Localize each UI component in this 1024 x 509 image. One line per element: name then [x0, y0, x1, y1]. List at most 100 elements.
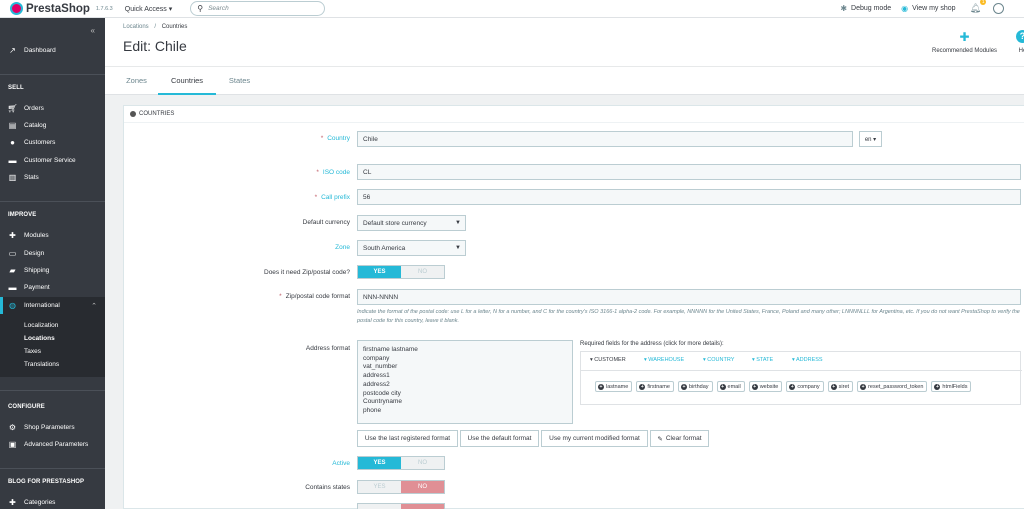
sidebar-item-catalog[interactable]: ▤ Catalog: [0, 117, 105, 134]
address-format-textarea[interactable]: firstname lastname company vat_number ad…: [357, 340, 573, 424]
default-currency-value: Default store currency: [363, 219, 427, 227]
sidebar-item-shipping[interactable]: ▰ Shipping: [0, 262, 105, 279]
use-current-modified-format-button[interactable]: Use my current modified format: [541, 430, 648, 447]
chip-reset-password-token[interactable]: + reset_password_token: [857, 381, 928, 392]
chip-siret[interactable]: + siret: [827, 381, 854, 392]
chip-birthday[interactable]: + birthday: [677, 381, 713, 392]
chat-icon: ▬: [8, 156, 17, 165]
sidebar-item-design[interactable]: ▭ Design: [0, 245, 105, 262]
need-zip-yes[interactable]: YES: [358, 266, 401, 278]
tab-state[interactable]: ▾ STATE: [752, 357, 773, 363]
submenu-item-localization[interactable]: Localization: [24, 322, 58, 329]
plus-circle-icon: +: [680, 383, 687, 390]
sidebar-item-label: Shop Parameters: [24, 424, 75, 431]
sidebar: « ↗ Dashboard SELL 🛒︎ Orders ▤ Catalog ●…: [0, 18, 105, 509]
sidebar-item-customers[interactable]: ● Customers: [0, 134, 105, 151]
sidebar-item-label: Stats: [24, 174, 39, 181]
default-currency-select[interactable]: Default store currency ▼: [357, 215, 466, 231]
view-shop-link[interactable]: ◉ View my shop: [901, 4, 955, 13]
country-name-input[interactable]: Chile: [357, 131, 853, 147]
use-default-format-button[interactable]: Use the default format: [460, 430, 539, 447]
clear-format-label: Clear format: [665, 435, 702, 442]
tab-zones[interactable]: Zones: [115, 67, 158, 95]
bar-chart-icon: ▥: [8, 173, 17, 182]
sidebar-item-stats[interactable]: ▥ Stats: [0, 169, 105, 186]
sidebar-item-label: Catalog: [24, 122, 47, 129]
quick-access-dropdown[interactable]: Quick Access ▾: [125, 5, 172, 13]
sidebar-item-label: Dashboard: [24, 47, 56, 54]
chip-website[interactable]: + website: [748, 381, 783, 392]
plus-circle-icon: +: [719, 383, 726, 390]
submenu-item-taxes[interactable]: Taxes: [24, 348, 41, 355]
zone-select[interactable]: South America ▼: [357, 240, 466, 256]
globe-icon: [130, 111, 136, 117]
contains-states-switch[interactable]: YES NO: [357, 480, 445, 494]
tab-states[interactable]: States: [218, 67, 261, 95]
next-switch-partial[interactable]: [357, 503, 445, 509]
notifications-button[interactable]: 🔔︎ 1: [970, 0, 986, 14]
search-box[interactable]: ⚲: [190, 1, 326, 16]
next-switch-no[interactable]: [401, 504, 444, 509]
search-input[interactable]: [208, 5, 309, 12]
sidebar-item-shop-parameters[interactable]: ⚙ Shop Parameters: [0, 419, 105, 436]
credit-card-icon: ▬: [8, 283, 17, 292]
puzzle-icon: ✚: [9, 498, 16, 507]
next-switch-yes[interactable]: [358, 504, 401, 509]
employee-avatar-icon[interactable]: [993, 3, 1004, 14]
sidebar-item-modules[interactable]: ✚ Modules: [0, 227, 105, 244]
call-prefix-input[interactable]: 56: [357, 189, 1021, 205]
chip-email[interactable]: + email: [716, 381, 745, 392]
need-zip-label: Does it need Zip/postal code?: [264, 269, 350, 276]
sidebar-item-orders[interactable]: 🛒︎ Orders: [0, 100, 105, 117]
tab-country[interactable]: ▾ COUNTRY: [703, 357, 734, 363]
submenu-item-translations[interactable]: Translations: [24, 361, 59, 368]
zip-format-input[interactable]: NNN-NNNN: [357, 289, 1021, 305]
chip-company[interactable]: + company: [786, 381, 824, 392]
submenu-item-locations[interactable]: Locations: [24, 335, 55, 342]
country-label: * Country: [320, 135, 350, 142]
plus-circle-icon: +: [830, 383, 837, 390]
contains-states-no[interactable]: NO: [401, 481, 444, 493]
sidebar-item-customer-service[interactable]: ▬ Customer Service: [0, 152, 105, 169]
recommended-modules-button[interactable]: ✚ Recommended Modules: [932, 30, 997, 54]
breadcrumb-current: Countries: [161, 24, 188, 30]
sidebar-item-label: Modules: [24, 232, 49, 239]
iso-code-input[interactable]: CL: [357, 164, 1021, 180]
sidebar-item-label: Payment: [24, 284, 50, 291]
active-no[interactable]: NO: [401, 457, 444, 469]
sidebar-item-label: Customers: [24, 139, 56, 146]
logo-text: PrestaShop: [26, 2, 90, 15]
help-button[interactable]: ? He: [1016, 30, 1024, 54]
language-dropdown[interactable]: en ▾: [859, 131, 882, 147]
active-switch[interactable]: YES NO: [357, 456, 445, 470]
sidebar-item-label: Advanced Parameters: [24, 441, 89, 448]
sidebar-item-international[interactable]: ◍ International ⌃: [0, 297, 105, 314]
sidebar-item-payment[interactable]: ▬ Payment: [0, 279, 105, 296]
sidebar-item-dashboard[interactable]: ↗ Dashboard: [0, 42, 105, 59]
recommended-modules-label: Recommended Modules: [932, 48, 998, 54]
sidebar-item-label: Orders: [24, 105, 44, 112]
contains-states-yes[interactable]: YES: [358, 481, 401, 493]
sidebar-item-advanced-parameters[interactable]: ▣ Advanced Parameters: [0, 436, 105, 453]
breadcrumb-parent[interactable]: Locations: [123, 24, 149, 30]
tab-customer[interactable]: ▾ CUSTOMER: [590, 357, 626, 363]
need-zip-switch[interactable]: YES NO: [357, 265, 445, 279]
clear-format-button[interactable]: ✎ Clear format: [650, 430, 709, 447]
zip-format-label: * Zip/postal code format: [279, 293, 350, 300]
chip-lastname[interactable]: + lastname: [595, 381, 633, 392]
collapse-sidebar-icon[interactable]: «: [91, 26, 95, 35]
plus-circle-icon: +: [860, 383, 867, 390]
chip-htmlfields[interactable]: + htmlFields: [931, 381, 972, 392]
tab-address[interactable]: ▾ ADDRESS: [792, 357, 823, 363]
prestashop-logo[interactable]: PrestaShop: [10, 2, 90, 15]
required-marker: *: [316, 169, 319, 176]
debug-mode-link[interactable]: ✱ Debug mode: [840, 4, 891, 13]
caret-down-icon: ▼: [455, 245, 461, 251]
active-yes[interactable]: YES: [358, 457, 401, 469]
need-zip-no[interactable]: NO: [401, 266, 444, 278]
chip-firstname[interactable]: + firstname: [636, 381, 674, 392]
tab-countries[interactable]: Countries: [158, 67, 216, 95]
tab-warehouse[interactable]: ▾ WAREHOUSE: [644, 357, 684, 363]
use-last-registered-format-button[interactable]: Use the last registered format: [357, 430, 458, 447]
sidebar-item-categories[interactable]: ✚ Categories: [0, 494, 105, 509]
